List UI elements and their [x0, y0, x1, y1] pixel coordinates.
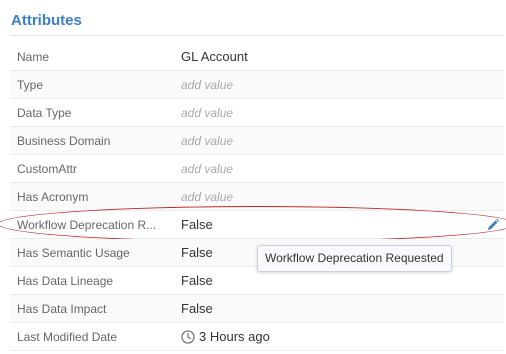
tooltip: Workflow Deprecation Requested — [257, 245, 452, 272]
add-value-link[interactable]: add value — [181, 78, 233, 92]
attribute-value[interactable]: False — [181, 217, 213, 232]
attribute-value[interactable]: False — [181, 245, 213, 260]
attribute-label: Data Type — [17, 106, 72, 120]
attribute-label: Has Data Impact — [17, 302, 107, 316]
attribute-value[interactable]: False — [181, 301, 213, 316]
attribute-label: Last Modified Date — [17, 330, 118, 344]
attribute-label: Name — [17, 50, 50, 64]
attributes-title: Attributes — [11, 12, 82, 29]
attribute-row-business-domain: Business Domain add value — [10, 127, 504, 155]
attribute-row-type: Type add value — [10, 71, 504, 99]
last-modified-text: 3 Hours ago — [199, 329, 270, 344]
attribute-label: Workflow Deprecation R... — [17, 218, 157, 232]
attribute-row-customattr: CustomAttr add value — [10, 155, 504, 183]
last-modified-value: 3 Hours ago — [181, 329, 270, 344]
attribute-label: Type — [17, 78, 44, 92]
attribute-label: CustomAttr — [17, 162, 78, 176]
attribute-row-data-type: Data Type add value — [10, 99, 504, 127]
title-divider — [10, 35, 504, 36]
add-value-link[interactable]: add value — [181, 134, 233, 148]
attribute-row-workflow-deprecation: Workflow Deprecation R... False — [0, 206, 506, 242]
attribute-label: Has Semantic Usage — [17, 246, 130, 260]
pencil-icon[interactable] — [486, 218, 500, 232]
attribute-row-has-acronym: Has Acronym add value — [10, 183, 504, 211]
attribute-value[interactable]: GL Account — [181, 49, 248, 64]
add-value-link[interactable]: add value — [181, 190, 233, 204]
attribute-label: Has Acronym — [17, 190, 89, 204]
add-value-link[interactable]: add value — [181, 106, 233, 120]
attribute-row-last-modified: Last Modified Date 3 Hours ago — [10, 323, 504, 351]
attribute-label: Business Domain — [17, 134, 111, 148]
attribute-value[interactable]: False — [181, 273, 213, 288]
clock-icon — [181, 330, 195, 344]
attribute-label: Has Data Lineage — [17, 274, 114, 288]
attributes-table: Name GL Account Type add value Data Type… — [0, 43, 506, 351]
add-value-link[interactable]: add value — [181, 162, 233, 176]
attribute-row-has-data-impact: Has Data Impact False — [10, 295, 504, 323]
attribute-row-name: Name GL Account — [10, 43, 504, 71]
